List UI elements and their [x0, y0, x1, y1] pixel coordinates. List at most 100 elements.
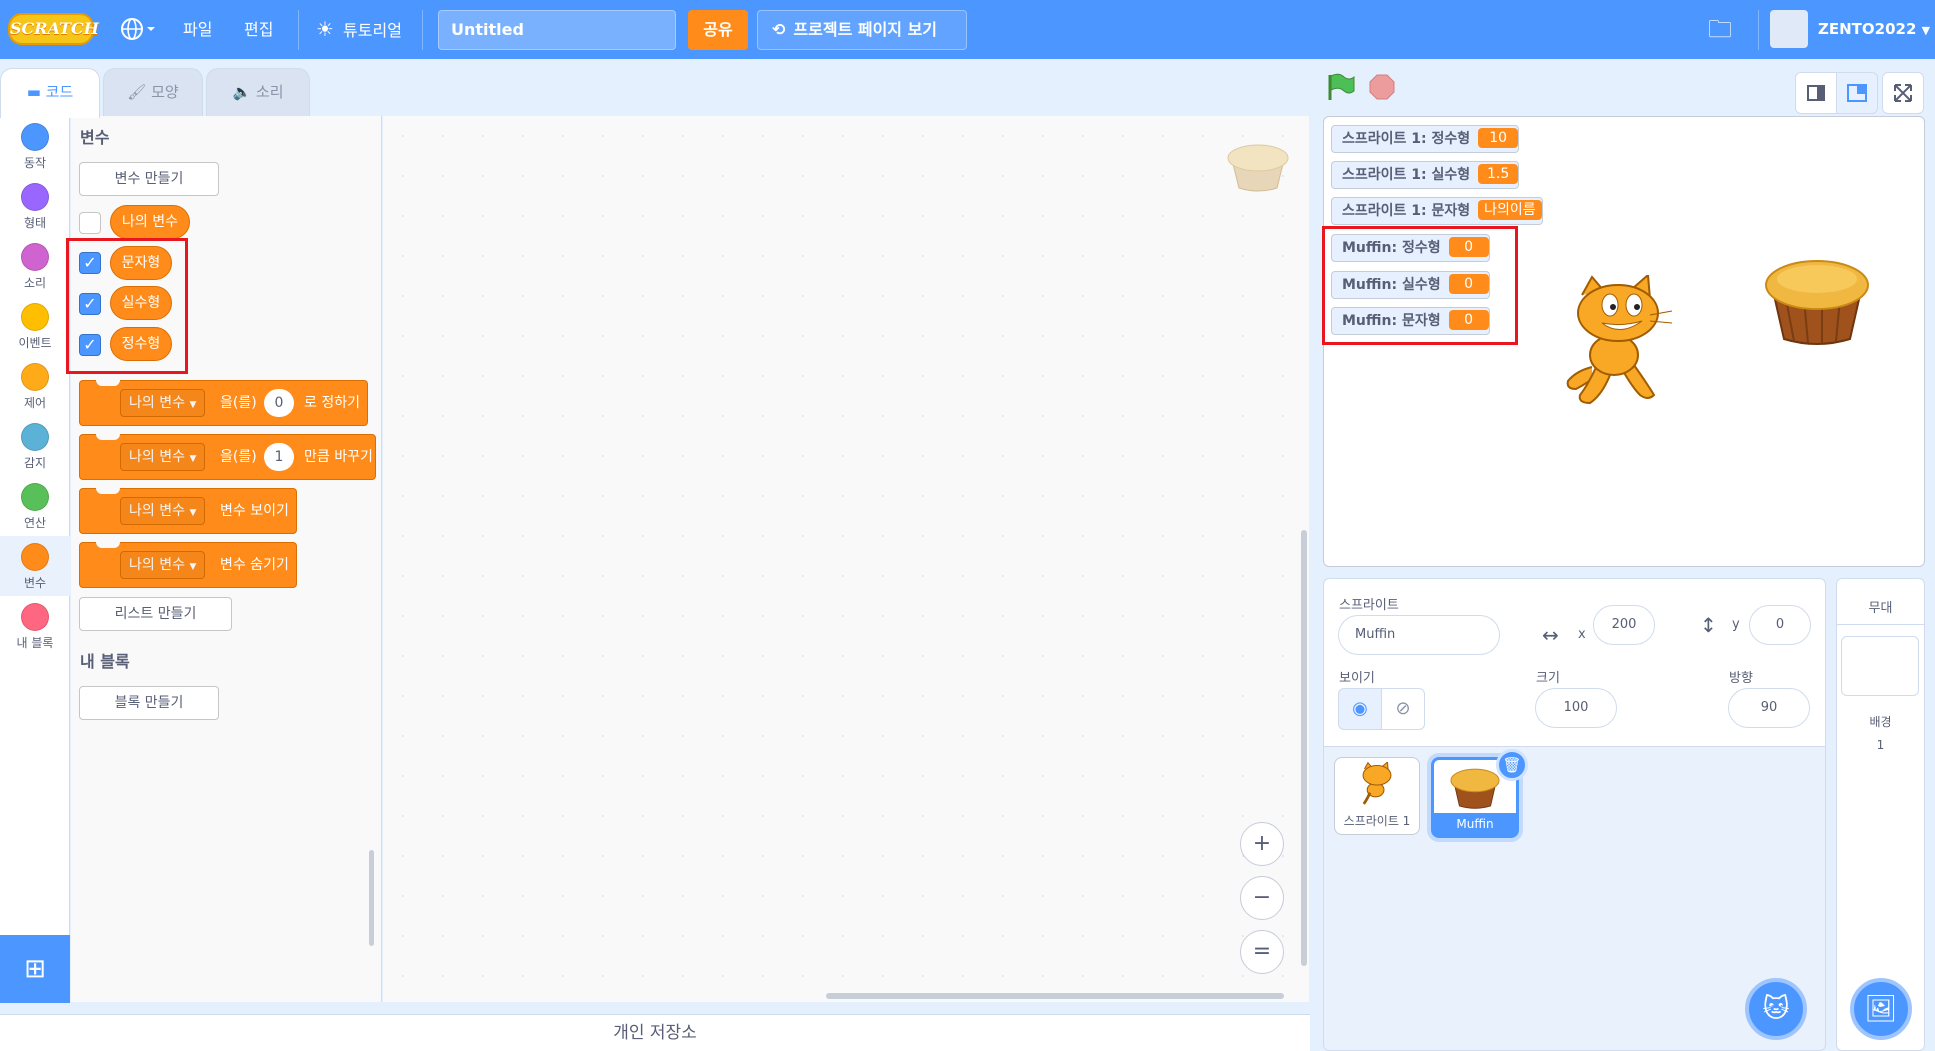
size-input[interactable]: 100	[1535, 688, 1617, 728]
variable-reporter[interactable]: 문자형	[110, 246, 172, 280]
caret-down-icon: ▼	[189, 508, 197, 518]
variable-checkbox[interactable]: ✓	[79, 293, 101, 315]
category-looks[interactable]: 형태	[0, 176, 70, 236]
block-notch	[96, 488, 120, 494]
variable-monitor[interactable]: 스프라이트 1: 실수형 1.5	[1331, 161, 1520, 189]
zoom-out-button[interactable]: −	[1240, 876, 1284, 920]
project-title-input[interactable]: Untitled	[438, 10, 676, 50]
variable-reporter[interactable]: 실수형	[110, 286, 172, 320]
make-block-button[interactable]: 블록 만들기	[79, 686, 219, 720]
sprite-thumbnail[interactable]: 스프라이트 1	[1334, 757, 1420, 835]
category-events[interactable]: 이벤트	[0, 296, 70, 356]
category-control[interactable]: 제어	[0, 356, 70, 416]
muffin-sprite-icon[interactable]	[1764, 255, 1870, 347]
make-variable-button[interactable]: 변수 만들기	[79, 162, 219, 196]
workspace-vertical-scrollbar[interactable]	[1301, 530, 1307, 966]
my-stuff-folder-icon[interactable]: 🗀	[1708, 0, 1732, 59]
monitor-value: 나의이름	[1478, 200, 1542, 220]
set-variable-block[interactable]: 나의 변수 ▼ 을(를) 0 로 정하기	[79, 380, 368, 426]
muffin-thumbnail-icon	[1450, 768, 1500, 809]
sprite-name-input[interactable]: Muffin	[1338, 615, 1500, 655]
fullscreen-button[interactable]	[1882, 72, 1924, 114]
normal-stage-icon	[1847, 84, 1867, 102]
lightbulb-icon: ☀	[316, 17, 334, 41]
block-notch	[96, 380, 120, 386]
hide-sprite-button[interactable]: ⊘	[1381, 688, 1425, 730]
tutorial-menu[interactable]: ☀ 튜토리얼	[316, 0, 402, 59]
direction-input[interactable]: 90	[1728, 688, 1810, 728]
change-variable-block[interactable]: 나의 변수 ▼ 을(를) 1 만큼 바꾸기	[79, 434, 376, 480]
menu-divider	[298, 10, 299, 50]
stage-canvas[interactable]: 스프라이트 1: 정수형 10 스프라이트 1: 실수형 1.5 스프라이트 1: …	[1322, 116, 1925, 567]
variable-reporter[interactable]: 나의 변수	[110, 205, 190, 239]
scratch-logo[interactable]: SCRATCH	[8, 13, 99, 45]
monitor-label: 스프라이트 1: 실수형	[1342, 167, 1471, 183]
variable-checkbox[interactable]: ✓	[79, 334, 101, 356]
stage-pane-title: 무대	[1868, 601, 1893, 616]
monitor-value: 0	[1448, 274, 1489, 294]
variable-dropdown[interactable]: 나의 변수 ▼	[120, 497, 206, 525]
zoom-reset-button[interactable]: =	[1240, 930, 1284, 974]
show-sprite-button[interactable]: ◉	[1338, 688, 1382, 730]
add-extension-button[interactable]: ⊞	[0, 935, 70, 1003]
variable-reporter[interactable]: 정수형	[110, 327, 172, 361]
choose-backdrop-button[interactable]: 🖼	[1850, 978, 1912, 1040]
stop-icon[interactable]	[1368, 73, 1396, 101]
tab-code[interactable]: ▬ 코드	[0, 68, 100, 118]
value-input[interactable]: 1	[264, 443, 294, 471]
backpack[interactable]: 개인 저장소	[0, 1014, 1310, 1051]
zoom-in-button[interactable]: +	[1240, 822, 1284, 866]
category-operators[interactable]: 연산	[0, 476, 70, 536]
variable-checkbox[interactable]: ✓	[79, 252, 101, 274]
backdrop-thumbnail[interactable]	[1841, 636, 1919, 696]
x-input[interactable]: 200	[1593, 605, 1655, 645]
green-flag-icon[interactable]	[1326, 72, 1356, 102]
cat-sprite-icon[interactable]	[1562, 275, 1674, 407]
hide-variable-block[interactable]: 나의 변수 ▼ 변수 숨기기	[79, 542, 297, 588]
variable-dropdown[interactable]: 나의 변수 ▼	[120, 389, 206, 417]
category-label: 이벤트	[18, 336, 52, 350]
file-menu[interactable]: 파일	[183, 0, 212, 59]
share-button[interactable]: 공유	[688, 10, 748, 50]
account-menu[interactable]: ZENTO2022 ▼	[1818, 0, 1930, 59]
tab-sounds[interactable]: 🔈 소리	[206, 68, 310, 116]
variable-dropdown[interactable]: 나의 변수 ▼	[120, 551, 206, 579]
category-my-blocks[interactable]: 내 블록	[0, 596, 70, 656]
code-workspace[interactable]	[383, 116, 1309, 1002]
delete-sprite-button[interactable]: 🗑	[1496, 749, 1528, 781]
workspace-horizontal-scrollbar[interactable]	[826, 993, 1284, 999]
monitor-label: Muffin: 정수형	[1342, 240, 1441, 256]
variable-monitor[interactable]: Muffin: 실수형 0	[1331, 271, 1490, 299]
category-sound[interactable]: 소리	[0, 236, 70, 296]
size-label: 크기	[1536, 671, 1560, 686]
variable-checkbox[interactable]	[79, 212, 101, 234]
language-menu[interactable]	[118, 0, 158, 59]
see-project-page-button[interactable]: ⟲ 프로젝트 페이지 보기	[757, 10, 967, 50]
small-stage-button[interactable]	[1795, 72, 1837, 114]
block-notch	[96, 434, 120, 440]
sprite-thumbnail-label: Muffin	[1434, 813, 1516, 835]
sound-dot-icon	[21, 243, 49, 271]
variable-dropdown[interactable]: 나의 변수 ▼	[120, 443, 206, 471]
category-variables[interactable]: 변수	[0, 536, 70, 596]
palette-scrollbar[interactable]	[369, 850, 374, 946]
variables-dot-icon	[21, 543, 49, 571]
category-label: 형태	[23, 216, 47, 230]
normal-stage-button[interactable]	[1836, 72, 1878, 114]
variable-monitor[interactable]: Muffin: 정수형 0	[1331, 234, 1490, 262]
edit-menu[interactable]: 편집	[244, 0, 273, 59]
variable-monitor[interactable]: Muffin: 문자형 0	[1331, 307, 1490, 335]
value-input[interactable]: 0	[264, 389, 294, 417]
variable-monitor[interactable]: 스프라이트 1: 문자형 나의이름	[1331, 197, 1543, 225]
y-input[interactable]: 0	[1749, 605, 1811, 645]
category-motion[interactable]: 동작	[0, 116, 70, 176]
show-variable-block[interactable]: 나의 변수 ▼ 변수 보이기	[79, 488, 297, 534]
dropdown-value: 나의 변수	[129, 557, 185, 573]
choose-sprite-button[interactable]: 🐱	[1745, 978, 1807, 1040]
tab-costumes[interactable]: 🖌 모양	[103, 68, 203, 116]
category-sensing[interactable]: 감지	[0, 416, 70, 476]
variable-monitor[interactable]: 스프라이트 1: 정수형 10	[1331, 125, 1520, 153]
make-list-button[interactable]: 리스트 만들기	[79, 597, 232, 631]
avatar[interactable]	[1770, 10, 1808, 48]
block-text: 로 정하기	[304, 395, 360, 411]
